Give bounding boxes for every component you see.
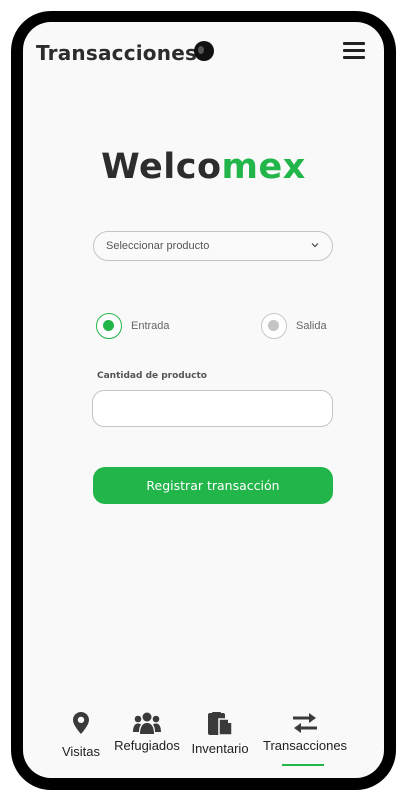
transfer-arrows-icon bbox=[293, 713, 317, 733]
app-header: Transacciones bbox=[23, 22, 384, 82]
quantity-input[interactable] bbox=[92, 390, 333, 427]
nav-label-refugiados: Refugiados bbox=[114, 738, 180, 753]
active-tab-indicator bbox=[282, 764, 324, 766]
logo-text-dark: Welco bbox=[101, 147, 222, 187]
inventory-icon bbox=[208, 712, 233, 736]
nav-item-inventario[interactable]: Inventario bbox=[189, 712, 251, 756]
nav-label-visitas: Visitas bbox=[61, 744, 101, 759]
radio-salida-dot bbox=[268, 320, 279, 331]
register-transaction-button[interactable]: Registrar transacción bbox=[93, 467, 333, 504]
phone-frame: Transacciones Welcomex Seleccionar produ… bbox=[11, 11, 396, 790]
app-screen: Transacciones Welcomex Seleccionar produ… bbox=[23, 22, 384, 778]
radio-salida-label: Salida bbox=[296, 320, 327, 332]
map-pin-icon bbox=[73, 712, 89, 734]
logo-text-green: mex bbox=[221, 147, 306, 187]
quantity-label: Cantidad de producto bbox=[97, 371, 207, 381]
radio-entrada[interactable] bbox=[96, 313, 122, 339]
bottom-navigation: Visitas Refugiados Inventario Transaccio… bbox=[23, 712, 384, 772]
nav-item-visitas[interactable]: Visitas bbox=[60, 712, 102, 759]
product-select[interactable]: Seleccionar producto bbox=[93, 231, 333, 261]
nav-item-transacciones[interactable]: Transacciones bbox=[263, 712, 347, 753]
nav-item-refugiados[interactable]: Refugiados bbox=[112, 712, 182, 753]
nav-label-transacciones: Transacciones bbox=[263, 738, 348, 753]
page-title: Transacciones bbox=[36, 41, 198, 65]
front-camera bbox=[194, 41, 214, 61]
chevron-down-icon bbox=[311, 243, 319, 248]
hamburger-menu-icon[interactable] bbox=[343, 42, 365, 60]
product-select-value: Seleccionar producto bbox=[106, 240, 210, 252]
nav-label-inventario: Inventario bbox=[191, 741, 249, 756]
radio-entrada-label: Entrada bbox=[131, 320, 170, 332]
brand-logo: Welcomex bbox=[23, 147, 384, 187]
radio-salida[interactable] bbox=[261, 313, 287, 339]
radio-entrada-dot bbox=[103, 320, 114, 331]
users-icon bbox=[133, 712, 161, 734]
